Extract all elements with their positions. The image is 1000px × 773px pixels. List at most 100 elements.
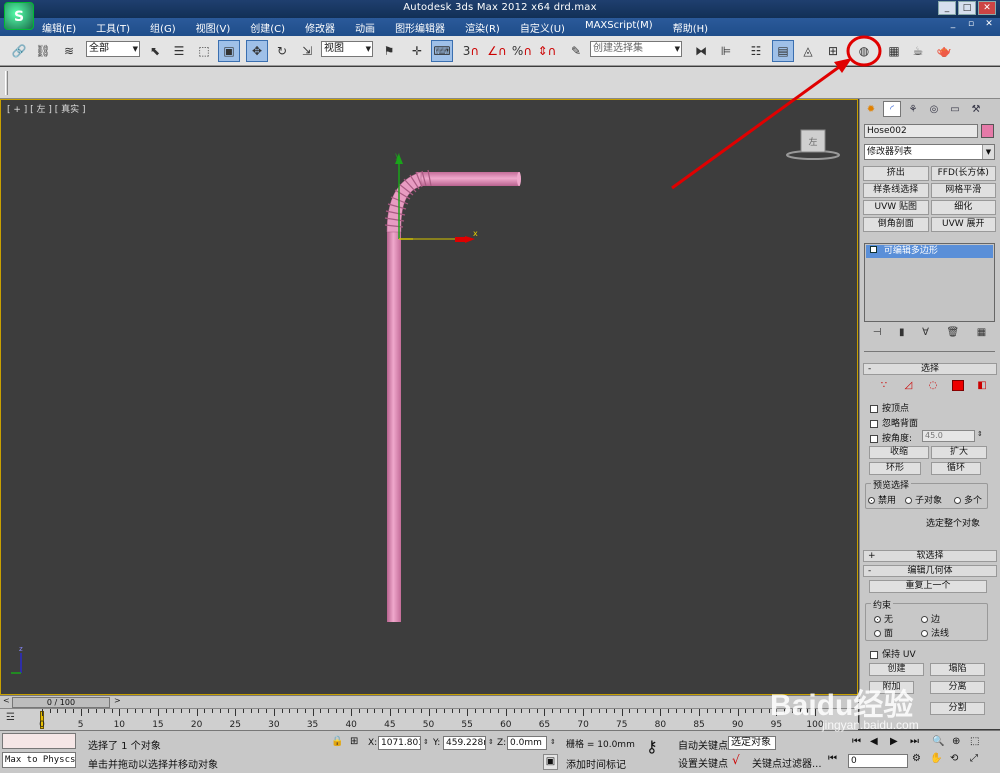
modifier-button[interactable]: 样条线选择 [863, 183, 929, 198]
rect-selection-icon[interactable]: ⬚ [193, 40, 215, 62]
preview-disable-radio[interactable]: 禁用 [868, 493, 896, 506]
key-mode-toggle-icon[interactable]: ⏮ [828, 753, 837, 764]
render-setup-icon[interactable]: ▦ [883, 40, 905, 62]
menu-item[interactable]: 渲染(R) [465, 20, 500, 35]
hose-object[interactable] [384, 169, 521, 622]
menu-item[interactable]: 创建(C) [250, 20, 285, 35]
preview-multi-radio[interactable]: 多个 [954, 493, 982, 506]
x-coordinate-field[interactable]: 1071.803m [378, 736, 421, 750]
time-slider[interactable]: < 0 / 100 > [0, 695, 858, 708]
current-frame-field[interactable]: 0 [848, 754, 908, 768]
menu-item[interactable]: 帮助(H) [673, 20, 708, 35]
select-scale-icon[interactable]: ⇲ [296, 40, 318, 62]
schematic-view-icon[interactable]: ⊞ [822, 40, 844, 62]
stack-item-bulb-icon[interactable] [870, 246, 877, 253]
show-end-result-icon[interactable]: ▮ [899, 327, 905, 345]
viewcube[interactable]: 左 [786, 129, 840, 160]
modifier-stack[interactable]: 可编辑多边形 [864, 243, 995, 322]
modifier-list-dropdown[interactable]: 修改器列表 ▼ [864, 144, 995, 160]
menu-item[interactable]: 编辑(E) [42, 20, 76, 35]
make-unique-icon[interactable]: ∀ [922, 327, 929, 345]
z-coordinate-field[interactable]: 0.0mm [507, 736, 547, 750]
menu-item[interactable]: 修改器 [305, 20, 335, 35]
orbit-icon[interactable]: ⟲ [950, 753, 958, 764]
loop-button[interactable]: 循环 [931, 462, 981, 475]
unlink-icon[interactable]: ⛓ [32, 40, 54, 62]
shrink-button[interactable]: 收缩 [869, 446, 929, 459]
next-frame-icon[interactable]: > [114, 696, 121, 705]
vertex-level-icon[interactable]: ∵ [878, 380, 890, 391]
angle-spinner[interactable]: 45.0 [922, 430, 975, 442]
keyboard-shortcut-icon[interactable]: ⌨ [431, 40, 453, 62]
by-angle-checkbox[interactable]: 按角度: [870, 431, 912, 444]
align-icon[interactable]: ⊫ [715, 40, 737, 62]
display-tab-icon[interactable]: ▭ [946, 101, 964, 117]
viewport-left[interactable]: [ + ] [ 左 ] [ 真实 ] 左 x y z [0, 99, 858, 695]
soft-selection-rollout-header[interactable]: + 软选择 [863, 550, 997, 562]
menu-item[interactable]: 图形编辑器 [395, 20, 445, 35]
pan-view-icon[interactable]: ✋ [930, 753, 942, 764]
reference-coord-dropdown[interactable]: 视图 [321, 41, 373, 57]
polygon-level-icon[interactable]: ■ [951, 380, 964, 392]
app-logo[interactable]: S [4, 2, 34, 30]
doc-minimize-icon[interactable]: _ [946, 19, 960, 33]
doc-restore-icon[interactable]: ▫ [964, 19, 978, 33]
create-tab-icon[interactable]: ✹ [862, 101, 880, 117]
collapse-button[interactable]: 塌陷 [930, 663, 985, 676]
stack-item[interactable]: 可编辑多边形 [866, 245, 993, 258]
link-icon[interactable]: 🔗 [8, 40, 30, 62]
prev-frame-icon[interactable]: < [3, 696, 10, 705]
doc-close-icon[interactable]: ✕ [982, 19, 996, 33]
named-selection-dropdown[interactable]: 创建选择集 [590, 41, 682, 57]
menu-item[interactable]: 视图(V) [196, 20, 231, 35]
pin-stack-icon[interactable]: ⊣ [873, 327, 882, 345]
menu-item[interactable]: 组(G) [150, 20, 176, 35]
bind-spacewarp-icon[interactable]: ≋ [58, 40, 80, 62]
close-icon[interactable]: ✕ [978, 1, 996, 15]
modify-tab-icon[interactable]: ◜ [883, 101, 901, 117]
menu-item[interactable]: MAXScript(M) [585, 20, 653, 35]
select-object-icon[interactable]: ⬉ [144, 40, 166, 62]
edit-geometry-rollout-header[interactable]: - 编辑几何体 [863, 565, 997, 577]
curve-editor-icon[interactable]: ◬ [797, 40, 819, 62]
minimize-icon[interactable]: _ [938, 1, 956, 15]
spinner-arrows-icon[interactable]: ⇕ [977, 430, 983, 438]
render-production-icon[interactable]: 🫖 [933, 40, 955, 62]
auto-key-button[interactable]: 自动关键点 [678, 737, 728, 752]
ignore-backface-checkbox[interactable]: 忽略背面 [870, 416, 918, 429]
set-key-button[interactable]: 设置关键点 [678, 755, 728, 770]
ring-button[interactable]: 环形 [869, 462, 921, 475]
constraint-normal-radio[interactable]: 法线 [921, 626, 949, 639]
select-by-name-icon[interactable]: ☰ [168, 40, 190, 62]
mirror-icon[interactable]: ⧓ [690, 40, 712, 62]
modifier-button[interactable]: UVW 贴图 [863, 200, 929, 215]
menu-item[interactable]: 自定义(U) [520, 20, 565, 35]
y-coordinate-field[interactable]: 459.228mr [443, 736, 486, 750]
key-filters-button[interactable]: 关键点过滤器... [752, 755, 822, 770]
select-rotate-icon[interactable]: ↻ [271, 40, 293, 62]
restore-icon[interactable]: □ [958, 1, 976, 15]
remove-modifier-icon[interactable]: 🗑 [946, 327, 959, 345]
grow-button[interactable]: 扩大 [931, 446, 987, 459]
by-vertex-checkbox[interactable]: 按顶点 [870, 401, 909, 414]
graphite-ribbon-icon[interactable]: ▤ [772, 40, 794, 62]
material-editor-icon[interactable]: ◍ [853, 40, 875, 62]
modifier-button[interactable]: FFD(长方体) [930, 166, 996, 181]
set-key-icon[interactable]: ⚷ [646, 737, 658, 756]
time-config-icon[interactable]: ⚙ [912, 753, 921, 764]
object-color-swatch[interactable] [981, 124, 994, 138]
hierarchy-tab-icon[interactable]: ⚘ [904, 101, 922, 117]
absolute-mode-icon[interactable]: ⊞ [350, 736, 358, 747]
create-button[interactable]: 创建 [869, 663, 924, 676]
edit-named-sets-icon[interactable]: ✎ [565, 40, 587, 62]
constraint-edge-radio[interactable]: 边 [921, 612, 940, 625]
maximize-viewport-icon[interactable]: ⤢ [970, 753, 978, 764]
window-crossing-icon[interactable]: ▣ [218, 40, 240, 62]
maxscript-listener-input[interactable]: Max to Physcs ( [2, 752, 76, 768]
add-time-tag-button[interactable]: 添加时间标记 [566, 756, 626, 771]
toolbar-grip[interactable] [5, 71, 8, 95]
menu-item[interactable]: 工具(T) [96, 20, 130, 35]
menu-item[interactable]: 动画 [355, 20, 375, 35]
selection-filter-dropdown[interactable]: 全部 [86, 41, 140, 57]
constraint-none-radio[interactable]: 无 [874, 612, 893, 625]
